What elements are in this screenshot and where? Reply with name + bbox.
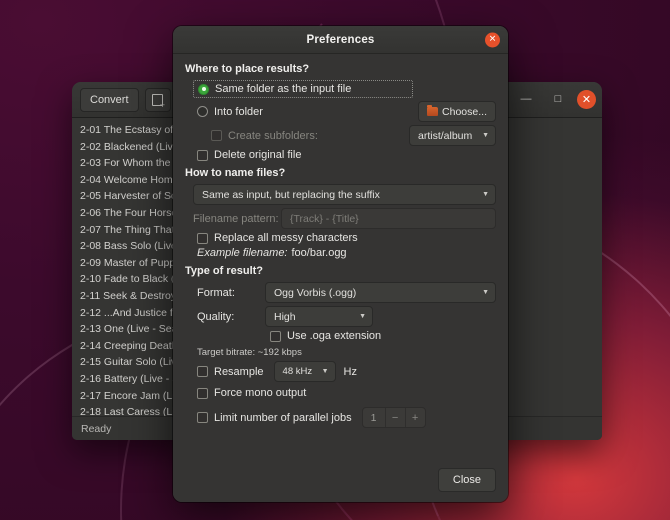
- choose-folder-button[interactable]: Choose...: [418, 101, 496, 122]
- resample-label: Resample: [214, 366, 264, 378]
- dialog-close-button[interactable]: ✕: [485, 32, 500, 47]
- oga-extension-row[interactable]: Use .oga extension: [185, 330, 496, 342]
- subfolder-pattern-value: artist/album: [418, 130, 472, 142]
- target-bitrate-text: Target bitrate: ~192 kbps: [197, 347, 302, 358]
- force-mono-label: Force mono output: [214, 387, 306, 399]
- choose-folder-label: Choose...: [442, 106, 487, 118]
- folder-icon: [427, 107, 438, 116]
- desktop: Convert — □ ✕ 2-01 The Ecstasy of G2-02 …: [0, 0, 670, 520]
- subfolder-pattern-combo[interactable]: artist/album ▼: [409, 125, 496, 146]
- create-subfolders-checkbox[interactable]: [211, 130, 222, 141]
- example-filename-value: foo/bar.ogg: [292, 247, 347, 259]
- close-icon: ✕: [582, 93, 591, 106]
- section-heading-result: Type of result?: [185, 265, 496, 277]
- chevron-down-icon: ▼: [482, 191, 489, 198]
- add-file-icon: [152, 94, 163, 106]
- oga-extension-label: Use .oga extension: [287, 330, 381, 342]
- jobs-value: 1: [363, 412, 385, 424]
- jobs-decrement-button[interactable]: −: [385, 408, 405, 427]
- resample-rate-combo[interactable]: 48 kHz ▼: [274, 361, 336, 382]
- naming-scheme-combo[interactable]: Same as input, but replacing the suffix …: [193, 184, 496, 205]
- resample-row[interactable]: Resample 48 kHz ▼ Hz: [185, 361, 496, 382]
- example-filename-prefix: Example filename:: [197, 247, 288, 259]
- same-folder-label: Same folder as the input file: [215, 83, 351, 95]
- limit-jobs-row[interactable]: Limit number of parallel jobs 1 − +: [185, 407, 496, 428]
- add-file-button[interactable]: [145, 88, 171, 112]
- delete-original-row[interactable]: Delete original file: [185, 149, 496, 161]
- chevron-down-icon: ▼: [322, 368, 329, 375]
- format-combo[interactable]: Ogg Vorbis (.ogg) ▼: [265, 282, 496, 303]
- quality-value: High: [274, 311, 296, 323]
- filename-pattern-input[interactable]: {Track} - {Title}: [281, 208, 496, 229]
- filename-pattern-row[interactable]: Filename pattern: {Track} - {Title}: [185, 208, 496, 229]
- format-value: Ogg Vorbis (.ogg): [274, 287, 356, 299]
- dialog-title: Preferences: [173, 34, 508, 46]
- section-heading-where: Where to place results?: [185, 63, 496, 75]
- minimize-icon: —: [521, 94, 532, 105]
- chevron-down-icon: ▼: [482, 289, 489, 296]
- filename-pattern-label: Filename pattern:: [193, 213, 281, 225]
- maximize-button[interactable]: □: [545, 87, 571, 113]
- delete-original-label: Delete original file: [214, 149, 301, 161]
- into-folder-radio[interactable]: [197, 106, 208, 117]
- dialog-body: Where to place results? Same folder as t…: [173, 54, 508, 458]
- window-close-button[interactable]: ✕: [577, 90, 596, 109]
- same-folder-focus-frame[interactable]: Same folder as the input file: [193, 80, 413, 98]
- preferences-dialog: Preferences ✕ Where to place results? Sa…: [173, 26, 508, 502]
- dialog-footer: Close: [173, 458, 508, 502]
- replace-messy-row[interactable]: Replace all messy characters: [185, 232, 496, 244]
- example-filename-row: Example filename: foo/bar.ogg: [185, 247, 496, 259]
- replace-messy-checkbox[interactable]: [197, 233, 208, 244]
- maximize-icon: □: [555, 94, 562, 105]
- close-icon: ✕: [489, 35, 497, 45]
- same-folder-row[interactable]: Same folder as the input file: [185, 80, 496, 98]
- target-bitrate-row: Target bitrate: ~192 kbps: [185, 347, 496, 358]
- chevron-down-icon: ▼: [482, 132, 489, 139]
- quality-combo[interactable]: High ▼: [265, 306, 373, 327]
- status-text: Ready: [81, 423, 111, 435]
- jobs-increment-button[interactable]: +: [405, 408, 425, 427]
- limit-jobs-label: Limit number of parallel jobs: [214, 412, 352, 424]
- close-button[interactable]: Close: [438, 468, 496, 492]
- dialog-titlebar: Preferences ✕: [173, 26, 508, 54]
- convert-button[interactable]: Convert: [80, 88, 139, 112]
- format-row[interactable]: Format: Ogg Vorbis (.ogg) ▼: [185, 282, 496, 303]
- create-subfolders-row[interactable]: Create subfolders: artist/album ▼: [185, 125, 496, 146]
- limit-jobs-checkbox[interactable]: [197, 412, 208, 423]
- quality-label: Quality:: [197, 311, 265, 323]
- replace-messy-label: Replace all messy characters: [214, 232, 358, 244]
- same-folder-radio[interactable]: [198, 84, 209, 95]
- naming-scheme-row[interactable]: Same as input, but replacing the suffix …: [185, 184, 496, 205]
- naming-scheme-value: Same as input, but replacing the suffix: [202, 189, 380, 201]
- jobs-stepper[interactable]: 1 − +: [362, 407, 426, 428]
- force-mono-checkbox[interactable]: [197, 388, 208, 399]
- filename-pattern-placeholder: {Track} - {Title}: [290, 213, 359, 225]
- format-label: Format:: [197, 287, 265, 299]
- resample-checkbox[interactable]: [197, 366, 208, 377]
- oga-extension-checkbox[interactable]: [270, 331, 281, 342]
- into-folder-row[interactable]: Into folder Choose...: [185, 101, 496, 122]
- quality-row[interactable]: Quality: High ▼: [185, 306, 496, 327]
- resample-unit-label: Hz: [344, 366, 357, 378]
- section-heading-naming: How to name files?: [185, 167, 496, 179]
- minimize-button[interactable]: —: [513, 87, 539, 113]
- resample-rate-value: 48 kHz: [283, 366, 313, 377]
- create-subfolders-label: Create subfolders:: [228, 130, 318, 142]
- into-folder-label: Into folder: [214, 106, 263, 118]
- force-mono-row[interactable]: Force mono output: [185, 387, 496, 399]
- delete-original-checkbox[interactable]: [197, 150, 208, 161]
- chevron-down-icon: ▼: [359, 313, 366, 320]
